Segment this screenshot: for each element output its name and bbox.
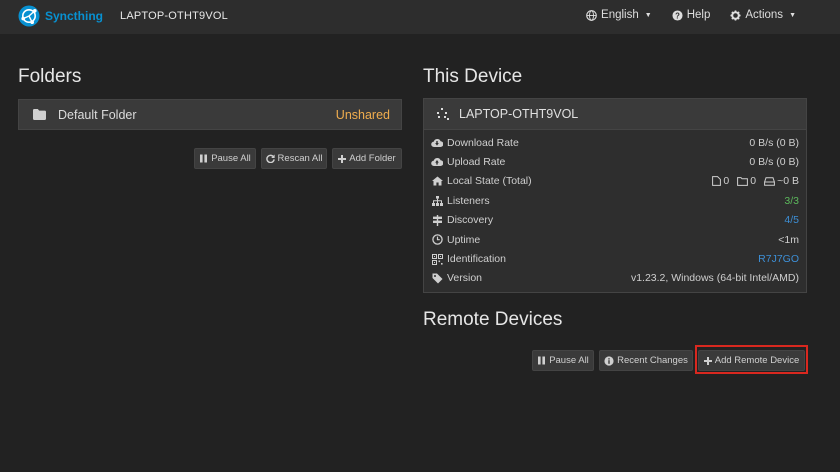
remote-devices-heading: Remote Devices (423, 309, 563, 330)
this-device-heading: This Device (423, 66, 523, 87)
discovery-label: Discovery (447, 214, 494, 227)
hdd-icon (764, 177, 775, 186)
recent-changes-label: Recent Changes (617, 355, 688, 366)
pause-icon (200, 154, 208, 163)
home-icon (431, 175, 443, 187)
add-remote-device-button[interactable]: Add Remote Device (698, 350, 805, 371)
download-rate-row: Download Rate 0 B/s (0 B) (424, 133, 806, 152)
version-row: Version v1.23.2, Windows (64-bit Intel/A… (424, 269, 806, 288)
listeners-row: Listeners 3/3 (424, 191, 806, 210)
info-icon (604, 355, 614, 366)
remote-pause-all-button[interactable]: Pause All (532, 350, 594, 371)
qrcode-icon (431, 253, 443, 265)
plus-icon (338, 154, 347, 163)
folders-pause-all-button[interactable]: Pause All (194, 148, 256, 169)
brand-link[interactable]: Syncthing (18, 5, 103, 27)
brand-name: Syncthing (45, 9, 104, 23)
identification-value[interactable]: R7J7GO (758, 253, 799, 265)
language-label: English (601, 9, 639, 21)
local-size: ~0 B (777, 175, 799, 188)
pause-icon (538, 356, 546, 365)
signpost-icon (431, 214, 443, 226)
listeners-value[interactable]: 3/3 (784, 195, 799, 207)
caret-down-icon: ▼ (789, 11, 796, 19)
pause-all-label: Pause All (211, 153, 251, 164)
folder-icon (33, 109, 46, 120)
file-icon (712, 176, 722, 187)
identification-label: Identification (447, 253, 506, 266)
folder-outline-icon (737, 177, 749, 186)
folder-default[interactable]: Default Folder Unshared (18, 99, 402, 130)
local-state-label: Local State (Total) (447, 175, 532, 188)
local-dirs-count: 0 (750, 175, 757, 188)
this-device-panel: LAPTOP-OTHT9VOL Download Rate 0 B/s (0 B… (423, 98, 807, 293)
help-link[interactable]: ? Help (672, 9, 711, 21)
recent-changes-button[interactable]: Recent Changes (599, 350, 693, 371)
svg-text:?: ? (675, 11, 680, 20)
uptime-label: Uptime (447, 233, 481, 246)
refresh-icon (265, 154, 275, 163)
identification-row: Identification R7J7GO (424, 249, 806, 268)
add-remote-device-label: Add Remote Device (714, 355, 800, 366)
help-label: Help (686, 9, 711, 21)
gear-icon (730, 9, 741, 21)
uptime-value: <1m (778, 233, 799, 246)
sitemap-icon (431, 195, 443, 207)
globe-icon (586, 9, 597, 21)
this-device-name: LAPTOP-OTHT9VOL (459, 107, 579, 121)
version-label: Version (447, 272, 483, 285)
question-icon: ? (672, 9, 683, 21)
clock-icon (431, 234, 443, 246)
plus-icon (703, 356, 712, 365)
device-identicon-icon (437, 108, 449, 120)
version-value: v1.23.2, Windows (64-bit Intel/AMD) (630, 272, 799, 285)
local-state-value: 0 0 ~0 B (712, 175, 799, 187)
uptime-row: Uptime <1m (424, 230, 806, 249)
download-rate-label: Download Rate (447, 136, 519, 149)
folder-status-badge: Unshared (335, 108, 390, 122)
upload-rate-row: Upload Rate 0 B/s (0 B) (424, 152, 806, 171)
add-folder-label: Add Folder (349, 153, 396, 164)
cloud-download-icon (431, 137, 443, 149)
folder-label: Default Folder (58, 107, 137, 122)
download-rate-value: 0 B/s (0 B) (749, 136, 799, 149)
nav-device-name: LAPTOP-OTHT9VOL (120, 10, 228, 22)
this-device-header[interactable]: LAPTOP-OTHT9VOL (424, 99, 806, 130)
folders-rescan-all-button[interactable]: Rescan All (261, 148, 327, 169)
cloud-upload-icon (431, 156, 443, 168)
listeners-label: Listeners (447, 194, 490, 207)
syncthing-logo-icon (18, 5, 40, 27)
rescan-all-label: Rescan All (277, 153, 323, 164)
actions-dropdown[interactable]: Actions ▼ (730, 9, 796, 21)
actions-label: Actions (745, 9, 784, 21)
tag-icon (431, 272, 443, 284)
folders-heading: Folders (18, 66, 82, 87)
local-files-count: 0 (723, 175, 730, 188)
local-state-row: Local State (Total) 0 0 ~0 B (424, 172, 806, 191)
caret-down-icon: ▼ (644, 11, 652, 19)
upload-rate-label: Upload Rate (447, 156, 506, 169)
discovery-value[interactable]: 4/5 (784, 214, 799, 226)
add-folder-button[interactable]: Add Folder (332, 148, 402, 169)
discovery-row: Discovery 4/5 (424, 211, 806, 230)
upload-rate-value: 0 B/s (0 B) (749, 156, 799, 169)
navbar: Syncthing LAPTOP-OTHT9VOL English ▼ ? He… (0, 0, 840, 34)
language-dropdown[interactable]: English ▼ (586, 9, 652, 21)
nav-right-menu: English ▼ ? Help Actions ▼ (586, 9, 796, 21)
remote-pause-all-label: Pause All (549, 355, 589, 366)
